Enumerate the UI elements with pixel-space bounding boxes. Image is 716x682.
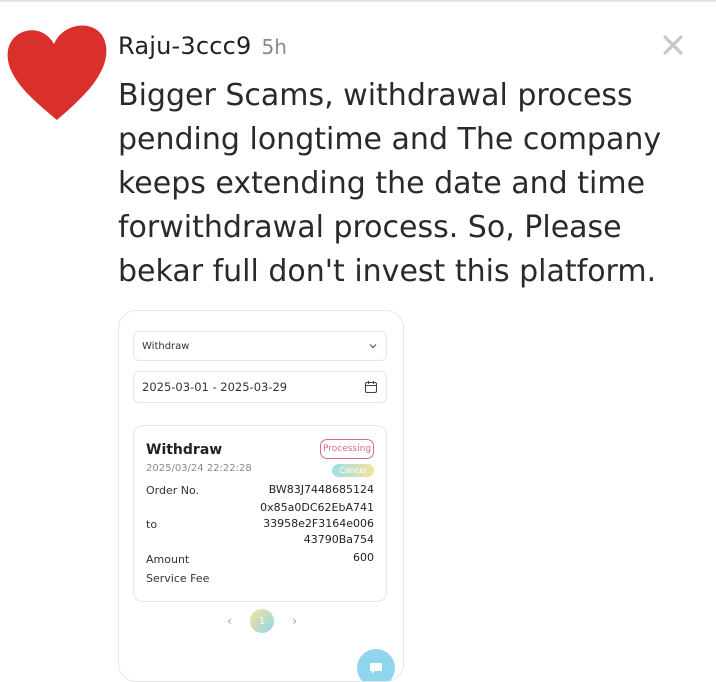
attached-screenshot[interactable]: Withdraw 2025-03-01 - 2025-03-29 Withdra… (118, 310, 404, 682)
chat-bubble-icon (370, 663, 382, 674)
order-label: Order No. (146, 484, 200, 497)
close-button[interactable] (658, 30, 688, 60)
type-select-value: Withdraw (142, 340, 190, 352)
card-datetime: 2025/03/24 22:22:28 (146, 463, 252, 474)
prev-page-button[interactable]: ‹ (227, 614, 232, 628)
pagination: ‹ 1 › (227, 609, 297, 633)
card-title: Withdraw (146, 442, 223, 458)
next-page-button[interactable]: › (292, 614, 297, 628)
date-range-picker[interactable]: 2025-03-01 - 2025-03-29 (133, 371, 387, 403)
date-range-value: 2025-03-01 - 2025-03-29 (142, 380, 288, 394)
type-select[interactable]: Withdraw (133, 331, 387, 361)
calendar-icon (364, 381, 378, 394)
post-text: Bigger Scams, withdrawal process pending… (118, 78, 662, 289)
to-address-line1: 0x85a0DC62EbA741 (260, 501, 374, 514)
status-badge: Processing (320, 439, 374, 459)
post-time: 5h (261, 35, 287, 59)
chat-button[interactable] (357, 649, 395, 681)
username[interactable]: Raju-3ccc9 (118, 32, 252, 60)
to-address-line3: 43790Ba754 (303, 533, 374, 546)
close-icon (663, 35, 683, 55)
heart-icon (7, 25, 107, 120)
cancel-button[interactable]: Cancel (332, 464, 374, 477)
service-fee-label: Service Fee (146, 572, 210, 585)
to-label: to (146, 518, 158, 531)
avatar[interactable] (2, 14, 112, 124)
top-divider (0, 0, 716, 2)
withdraw-card: Withdraw 2025/03/24 22:22:28 Processing … (133, 425, 387, 602)
chevron-down-icon (369, 344, 377, 349)
order-value: BW83J7448685124 (268, 483, 374, 496)
post-header: Raju-3ccc9 5h (118, 32, 287, 60)
amount-label: Amount (146, 553, 190, 566)
amount-value: 600 (353, 551, 374, 564)
page-number[interactable]: 1 (250, 609, 274, 633)
to-address-line2: 33958e2F3164e006 (263, 517, 374, 530)
